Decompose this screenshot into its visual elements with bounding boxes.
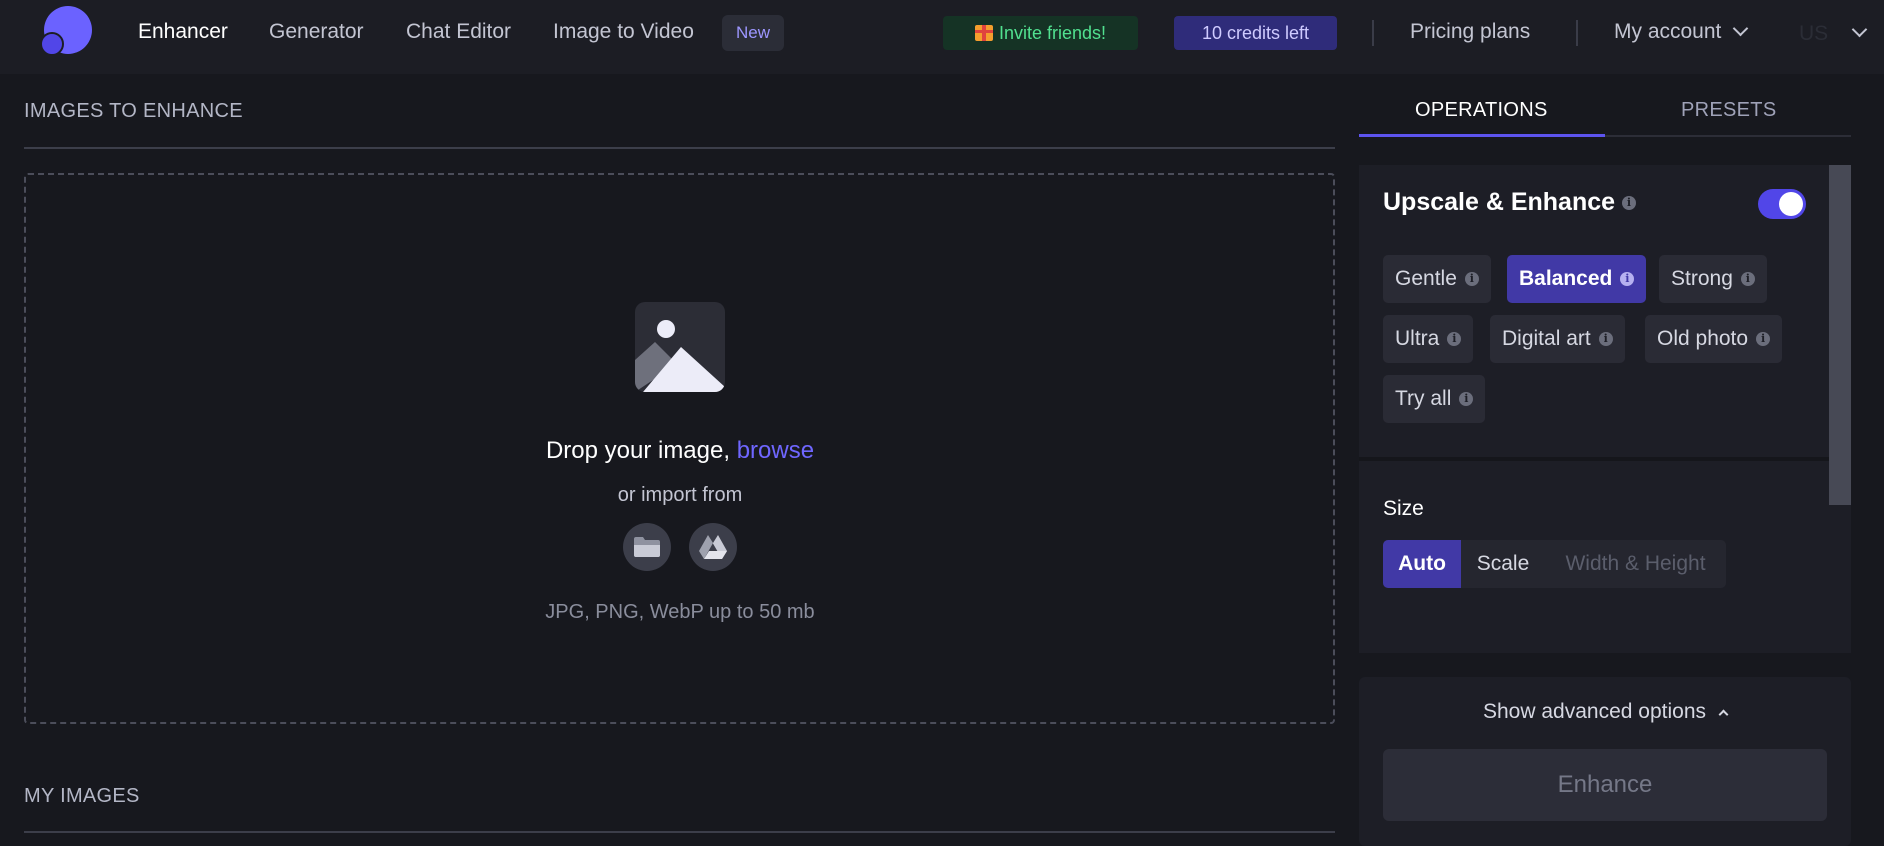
logo[interactable] [40,6,92,58]
import-folder-button[interactable] [623,523,671,571]
mode-chip-balanced[interactable]: Balanced i [1507,255,1647,303]
import-text: or import from [617,484,743,506]
info-icon[interactable]: i [1464,272,1479,286]
section-title-my-images: MY IMAGES [24,785,140,807]
browse-link[interactable]: browse [737,437,814,464]
upscale-enhance-title: Upscale & Enhance i [1383,188,1636,217]
section-divider [24,147,1335,149]
advanced-options-label: Show advanced options [1483,700,1706,723]
my-account-label: My account [1614,20,1722,43]
info-icon[interactable]: i [1620,272,1635,286]
mode-chip-label: Gentle [1395,267,1457,290]
credits-badge[interactable]: 10 credits left [1174,16,1337,50]
mode-chip-label: Try all [1395,387,1452,410]
panel-scrollbar-thumb[interactable] [1829,165,1851,505]
card-divider [1359,457,1829,461]
drop-instruction: Drop your image, browse [0,437,1360,465]
info-icon[interactable]: i [1598,332,1613,346]
active-tab-indicator [1359,134,1605,137]
pricing-plans-link[interactable]: Pricing plans [1410,20,1530,44]
size-label: Size [1383,497,1424,520]
new-badge: New [722,15,784,51]
info-icon[interactable]: i [1756,332,1771,346]
top-navbar: Enhancer Generator Chat Editor Image to … [0,0,1884,74]
nav-link-image-to-video[interactable]: Image to Video [553,20,694,44]
mode-chip-digital-art[interactable]: Digital art i [1490,315,1625,363]
mode-chip-label: Balanced [1519,267,1613,290]
info-icon[interactable]: i [1621,196,1636,211]
enhance-button[interactable]: Enhance [1383,749,1827,821]
tab-operations[interactable]: OPERATIONS [1415,99,1548,122]
upscale-enhance-label: Upscale & Enhance [1383,188,1616,216]
size-option-width-height[interactable]: Width & Height [1545,540,1726,588]
google-drive-icon [699,535,727,559]
info-icon[interactable]: i [1447,332,1462,346]
chevron-down-icon[interactable] [1851,21,1868,38]
chevron-down-icon [1733,20,1749,37]
mode-chip-label: Ultra [1395,327,1440,350]
toggle-knob [1779,192,1803,216]
chevron-up-icon [1718,709,1729,720]
nav-link-chat-editor[interactable]: Chat Editor [406,20,511,44]
mode-chip-label: Old photo [1657,327,1749,350]
nav-link-enhancer[interactable]: Enhancer [138,20,228,44]
language-selector[interactable]: US [1799,22,1828,46]
folder-icon [634,537,660,557]
supported-formats-text: JPG, PNG, WebP up to 50 mb [545,601,815,623]
nav-divider [1576,20,1578,46]
mode-chip-label: Digital art [1502,327,1591,350]
mode-chip-label: Strong [1671,267,1733,290]
section-title-images-to-enhance: IMAGES TO ENHANCE [24,100,243,122]
tab-presets[interactable]: PRESETS [1681,99,1776,122]
size-option-auto[interactable]: Auto [1383,540,1461,588]
image-placeholder-icon [635,302,725,392]
invite-friends-button[interactable]: Invite friends! [943,16,1138,50]
mode-chip-try-all[interactable]: Try all i [1383,375,1486,423]
invite-friends-label: Invite friends! [998,22,1107,43]
my-account-menu[interactable]: My account [1614,20,1749,44]
nav-divider [1372,20,1374,46]
info-icon[interactable]: i [1740,272,1755,286]
mode-chip-strong[interactable]: Strong i [1659,255,1767,303]
mode-chip-old-photo[interactable]: Old photo i [1645,315,1783,363]
info-icon[interactable]: i [1459,392,1474,406]
logo-circle-small [40,32,64,56]
mode-chip-gentle[interactable]: Gentle i [1383,255,1491,303]
nav-link-generator[interactable]: Generator [269,20,364,44]
upscale-enhance-toggle[interactable] [1758,189,1806,219]
gift-icon [974,25,993,41]
size-option-scale[interactable]: Scale [1461,540,1545,588]
mode-chip-ultra[interactable]: Ultra i [1383,315,1474,363]
import-google-drive-button[interactable] [689,523,737,571]
credits-label: 10 credits left [1201,22,1310,43]
drop-text: Drop your image, [545,437,731,464]
section-divider [24,831,1335,833]
show-advanced-options-toggle[interactable]: Show advanced options [1359,700,1851,724]
